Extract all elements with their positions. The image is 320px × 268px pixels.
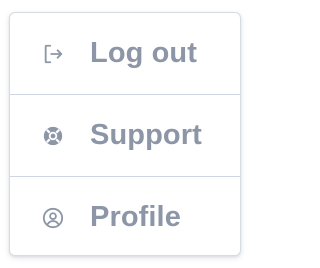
user-dropdown-menu: Log out Support Profile (9, 12, 241, 256)
user-circle-icon (42, 207, 64, 229)
menu-item-label: Log out (90, 37, 197, 69)
lifebuoy-icon (42, 125, 64, 147)
menu-item-label: Support (90, 119, 202, 151)
menu-item-logout[interactable]: Log out (10, 13, 240, 94)
menu-item-label: Profile (90, 201, 181, 233)
menu-item-profile[interactable]: Profile (10, 177, 240, 255)
logout-icon (42, 43, 64, 65)
menu-item-support[interactable]: Support (10, 95, 240, 176)
